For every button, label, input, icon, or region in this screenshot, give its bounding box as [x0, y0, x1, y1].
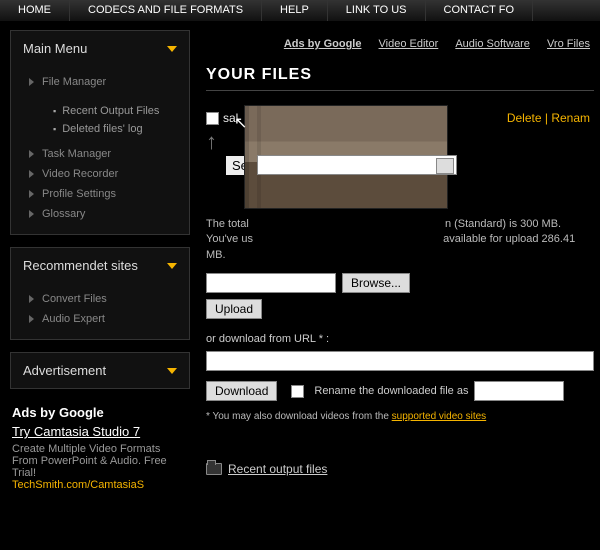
sidebar-item-task-manager[interactable]: Task Manager: [11, 144, 189, 164]
link-video-editor[interactable]: Video Editor: [379, 38, 439, 50]
ad-url-text: TechSmith.com/CamtasiaS: [12, 479, 188, 491]
recommended-panel: Recommendet sites Convert Files Audio Ex…: [10, 247, 190, 340]
ad-body-text: Create Multiple Video Formats From Power…: [12, 443, 188, 479]
nav-help[interactable]: HELP: [262, 0, 328, 21]
nav-codecs[interactable]: CODECS AND FILE FORMATS: [70, 0, 262, 21]
caret-down-icon: [167, 368, 177, 374]
file-area: ↑ sal ↖ Delete | Renam Sel The total n (…: [206, 111, 594, 476]
select-all-checkbox[interactable]: [206, 112, 219, 125]
cursor-icon: ↖: [234, 113, 247, 133]
recommended-header[interactable]: Recommendet sites: [11, 248, 189, 283]
main-content: Ads by Google Video Editor Audio Softwar…: [200, 22, 600, 495]
link-audio-software[interactable]: Audio Software: [455, 38, 530, 50]
nav-home[interactable]: HOME: [0, 0, 70, 21]
arrow-up-icon: ↑: [206, 129, 217, 155]
format-select-dropdown[interactable]: [257, 155, 457, 175]
or-url-label: or download from URL * :: [206, 333, 594, 345]
nav-contact[interactable]: CONTACT FO: [426, 0, 533, 21]
download-note: * You may also download videos from the …: [206, 411, 594, 422]
upload-file-input[interactable]: [206, 273, 336, 293]
file-actions: Delete | Renam: [507, 111, 590, 125]
browse-button[interactable]: Browse...: [342, 273, 410, 293]
ads-by-google-link[interactable]: Ads by Google: [284, 38, 362, 50]
sidebar-sub-recent-output[interactable]: Recent Output Files: [53, 102, 189, 120]
rename-link[interactable]: Renam: [551, 111, 590, 125]
rename-input[interactable]: [474, 381, 564, 401]
delete-link[interactable]: Delete: [507, 111, 542, 125]
top-nav: HOME CODECS AND FILE FORMATS HELP LINK T…: [0, 0, 600, 22]
main-menu-title: Main Menu: [23, 41, 87, 56]
sidebar-item-file-manager[interactable]: File Manager: [11, 72, 189, 92]
download-button[interactable]: Download: [206, 381, 277, 401]
rename-checkbox[interactable]: [291, 385, 304, 398]
sidebar-item-audio-expert[interactable]: Audio Expert: [11, 309, 189, 329]
caret-down-icon: [167, 46, 177, 52]
top-links: Ads by Google Video Editor Audio Softwar…: [206, 32, 594, 66]
rename-checkbox-label: Rename the downloaded file as: [314, 385, 468, 397]
ad-headline-link[interactable]: Try Camtasia Studio 7: [12, 424, 188, 439]
sidebar-item-profile-settings[interactable]: Profile Settings: [11, 184, 189, 204]
sidebar-item-convert-files[interactable]: Convert Files: [11, 289, 189, 309]
upload-button[interactable]: Upload: [206, 299, 262, 319]
caret-down-icon: [167, 263, 177, 269]
folder-icon: [206, 463, 222, 475]
supported-sites-link[interactable]: supported video sites: [392, 411, 487, 422]
recent-output-files-link[interactable]: Recent output files: [228, 462, 327, 476]
link-vro-files[interactable]: Vro Files: [547, 38, 590, 50]
main-menu-panel: Main Menu File Manager Recent Output Fil…: [10, 30, 190, 235]
sidebar-sub-deleted-log[interactable]: Deleted files' log: [53, 120, 189, 138]
recommended-title: Recommendet sites: [23, 258, 138, 273]
ads-by-google-label: Ads by Google: [12, 405, 188, 420]
nav-link-to-us[interactable]: LINK TO US: [328, 0, 426, 21]
url-input[interactable]: [206, 351, 594, 371]
page-title: YOUR FILES: [206, 66, 594, 91]
advertisement-panel: Advertisement: [10, 352, 190, 389]
sidebar-ad: Ads by Google Try Camtasia Studio 7 Crea…: [10, 401, 190, 495]
sidebar: Main Menu File Manager Recent Output Fil…: [0, 22, 200, 495]
quota-text: The total n (Standard) is 300 MB. You've…: [206, 217, 594, 263]
sidebar-item-video-recorder[interactable]: Video Recorder: [11, 164, 189, 184]
sidebar-item-glossary[interactable]: Glossary: [11, 204, 189, 224]
advertisement-title: Advertisement: [23, 363, 106, 378]
advertisement-header[interactable]: Advertisement: [11, 353, 189, 388]
main-menu-header[interactable]: Main Menu: [11, 31, 189, 66]
